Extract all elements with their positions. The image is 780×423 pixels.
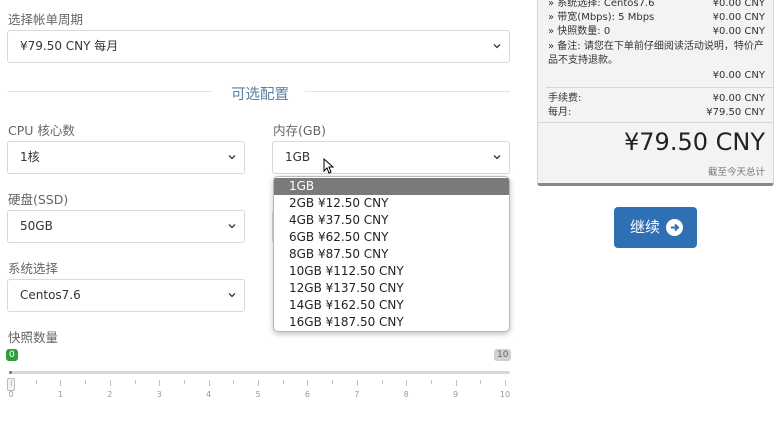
order-summary: » 系统选择: Centos7.6 ¥0.00 CNY » 带宽(Mbps): 5… <box>537 0 774 186</box>
summary-line: » 快照数量: 0 ¥0.00 CNY <box>548 26 765 37</box>
slider-minor-tick <box>183 380 185 384</box>
snapshots-label: 快照数量 <box>8 330 59 345</box>
slider-tick-label: 8 <box>403 390 409 399</box>
slider-major-tick <box>11 380 12 386</box>
chevron-down-icon <box>493 155 501 160</box>
summary-line: » 带宽(Mbps): 5 Mbps ¥0.00 CNY <box>548 12 765 23</box>
slider-tick-label: 9 <box>453 390 459 399</box>
chevron-down-icon <box>228 293 236 298</box>
chevron-down-icon <box>493 44 501 49</box>
slider-tick-label: 6 <box>304 390 310 399</box>
slider-tick-label: 5 <box>255 390 261 399</box>
summary-divider <box>538 122 773 123</box>
divider-right <box>305 91 510 92</box>
mouse-cursor-icon <box>323 158 334 174</box>
slider-tick-label: 7 <box>354 390 360 399</box>
slider-tick-label: 10 <box>499 390 511 399</box>
slider-major-tick <box>258 380 259 386</box>
memory-value: 1GB <box>285 150 311 164</box>
slider-tick-label: 1 <box>57 390 63 399</box>
memory-option[interactable]: 16GB ¥187.50 CNY <box>274 314 509 331</box>
continue-label: 继续 <box>630 218 661 236</box>
slider-major-tick <box>455 380 457 386</box>
total-note: 截至今天总计 <box>707 167 765 178</box>
slider-major-tick <box>60 380 62 386</box>
divider-left <box>7 91 212 92</box>
memory-option[interactable]: 2GB ¥12.50 CNY <box>274 195 509 212</box>
slider-major-tick <box>356 380 358 386</box>
slider-major-tick <box>406 380 408 386</box>
memory-option[interactable]: 8GB ¥87.50 CNY <box>274 246 509 263</box>
summary-note-price: ¥0.00 CNY <box>712 70 765 81</box>
slider-tick-label: 3 <box>156 390 162 399</box>
os-value: Centos7.6 <box>20 288 81 302</box>
memory-option[interactable]: 1GB <box>274 178 509 195</box>
monthly-row: 每月: ¥79.50 CNY <box>548 107 765 118</box>
chevron-down-icon <box>228 224 236 229</box>
memory-select[interactable]: 1GB <box>272 141 510 174</box>
summary-line: » 系统选择: Centos7.6 ¥0.00 CNY <box>548 0 765 9</box>
slider-major-tick <box>109 380 111 386</box>
slider-minor-tick <box>381 380 383 384</box>
memory-option[interactable]: 14GB ¥162.50 CNY <box>274 297 509 314</box>
summary-divider <box>546 87 773 88</box>
slider-tick-label: 2 <box>107 390 113 399</box>
os-label: 系统选择 <box>8 261 59 276</box>
slider-major-tick <box>208 380 210 386</box>
slider-minor-tick <box>35 380 37 384</box>
slider-major-tick <box>307 380 309 386</box>
memory-option[interactable]: 12GB ¥137.50 CNY <box>274 280 509 297</box>
cpu-value: 1核 <box>20 150 40 164</box>
slider-max-badge: 10 <box>494 349 512 361</box>
memory-option[interactable]: 10GB ¥112.50 CNY <box>274 263 509 280</box>
slider-minor-tick <box>430 380 432 384</box>
continue-button[interactable]: 继续 <box>614 207 697 248</box>
slider-tick-label: 4 <box>206 390 212 399</box>
slider-minor-tick <box>233 380 235 384</box>
cpu-label: CPU 核心数 <box>8 123 75 138</box>
memory-option[interactable]: 4GB ¥37.50 CNY <box>274 212 509 229</box>
disk-label: 硬盘(SSD) <box>8 192 69 207</box>
slider-min-badge: 0 <box>6 349 18 361</box>
memory-option[interactable]: 6GB ¥62.50 CNY <box>274 229 509 246</box>
optional-config-title: 可选配置 <box>231 87 289 103</box>
os-select[interactable]: Centos7.6 <box>7 279 245 312</box>
disk-value: 50GB <box>20 219 53 233</box>
memory-label: 内存(GB) <box>273 123 327 138</box>
summary-note-cont: 品不支持退款。 <box>548 55 618 66</box>
cpu-select[interactable]: 1核 <box>7 141 245 174</box>
summary-note: » 备注: 请您在下单前仔细阅读活动说明，特价产 <box>548 41 764 52</box>
slider-major-tick <box>505 380 506 386</box>
chevron-down-icon <box>228 155 236 160</box>
total-price: ¥79.50 CNY <box>624 128 765 156</box>
slider-minor-tick <box>134 380 136 384</box>
billing-cycle-value: ¥79.50 CNY 每月 <box>20 39 119 53</box>
disk-select[interactable]: 50GB <box>7 210 245 243</box>
slider-minor-tick <box>480 380 482 384</box>
arrow-right-circle-icon <box>666 219 683 236</box>
slider-minor-tick <box>332 380 334 384</box>
billing-cycle-label: 选择帐单周期 <box>8 12 84 27</box>
fee-row: 手续费: ¥0.00 CNY <box>548 93 765 104</box>
slider-minor-tick <box>282 380 284 384</box>
slider-tick-label: 0 <box>8 390 14 399</box>
slider-minor-tick <box>85 380 87 384</box>
memory-dropdown-list: 1GB 2GB ¥12.50 CNY 4GB ¥37.50 CNY 6GB ¥6… <box>273 176 510 332</box>
billing-cycle-select[interactable]: ¥79.50 CNY 每月 <box>7 30 510 63</box>
slider-major-tick <box>159 380 161 386</box>
slider-fill <box>9 371 12 374</box>
slider-track[interactable] <box>9 371 510 374</box>
